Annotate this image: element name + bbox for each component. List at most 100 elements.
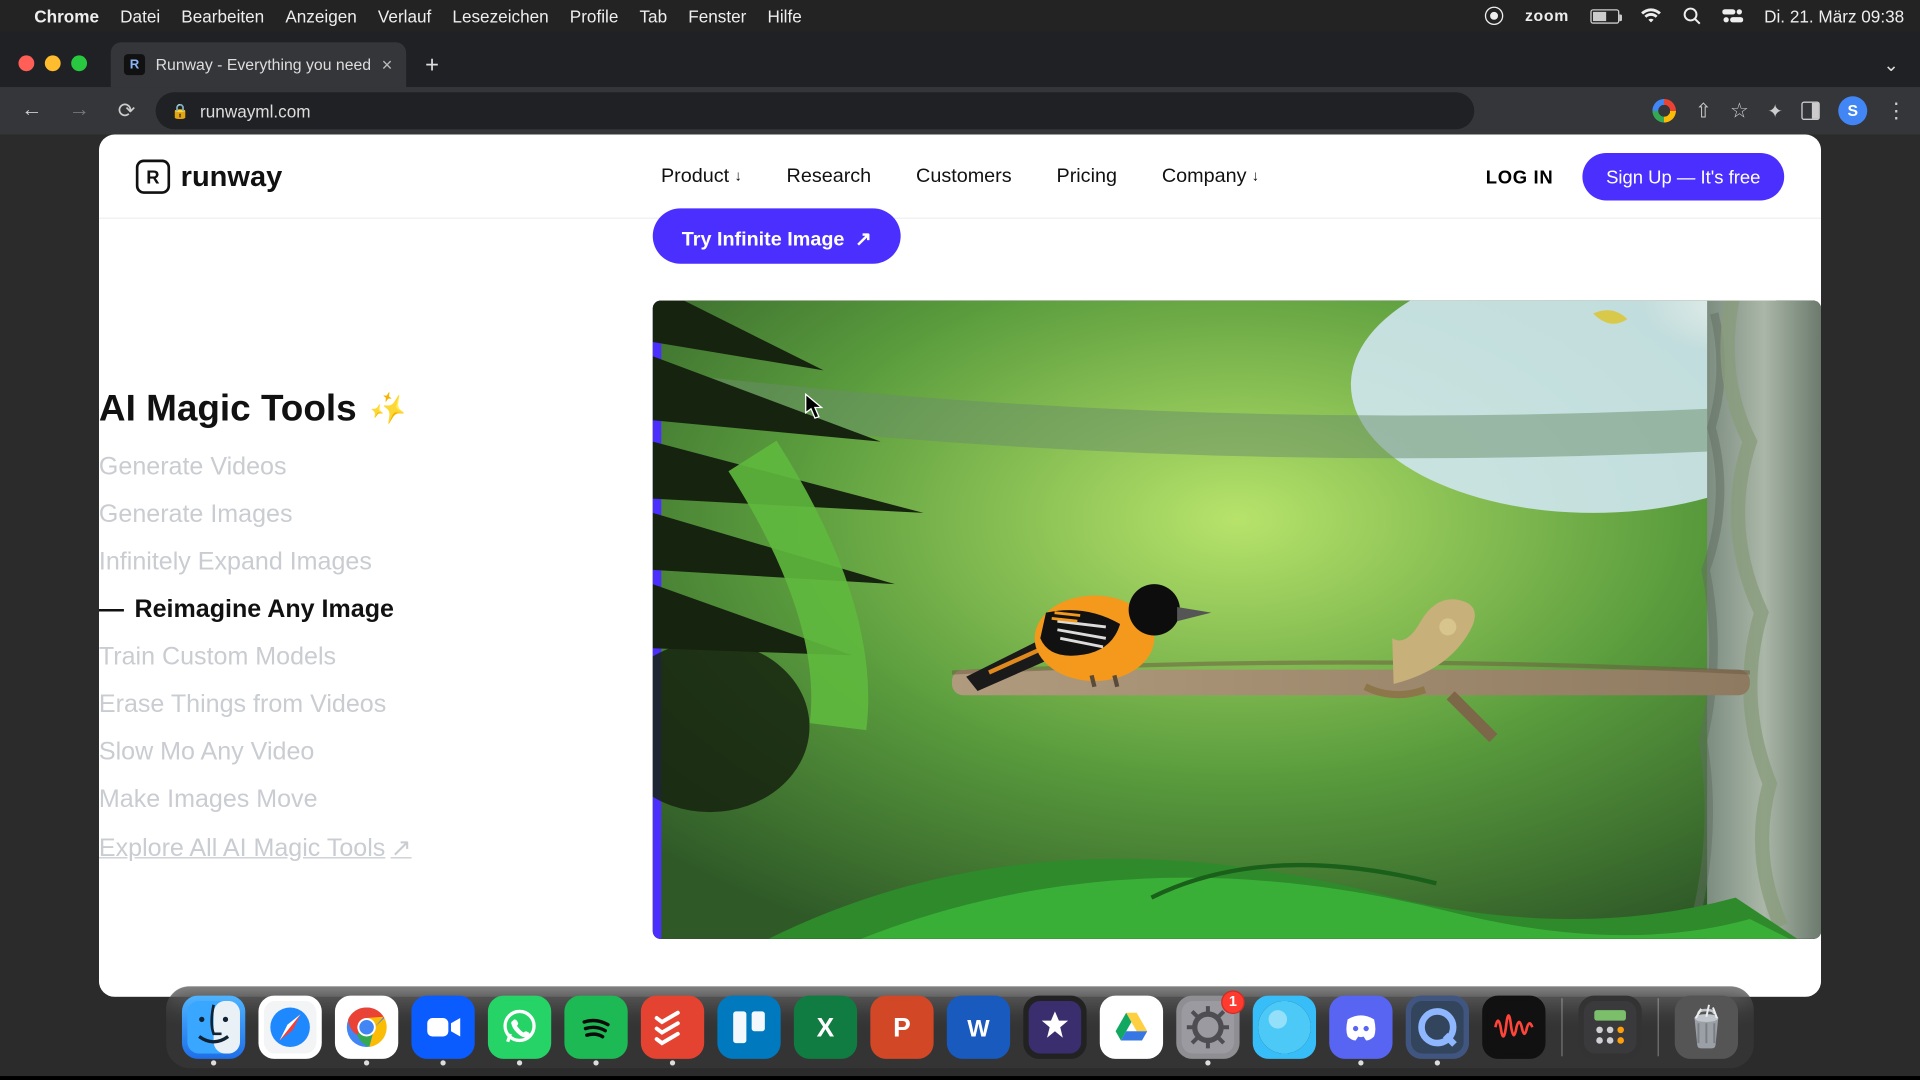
lock-icon: 🔒 [171, 102, 189, 119]
menu-verlauf[interactable]: Verlauf [378, 6, 431, 26]
feature-media [653, 301, 1821, 939]
window-minimize-button[interactable] [45, 55, 61, 71]
nav-pricing[interactable]: Pricing [1057, 165, 1117, 187]
menu-fenster[interactable]: Fenster [688, 6, 746, 26]
menu-profile[interactable]: Profile [570, 6, 619, 26]
svg-text:P: P [893, 1012, 911, 1042]
svg-text:X: X [817, 1012, 835, 1042]
external-arrow-icon: ↗ [855, 227, 872, 251]
menu-tab[interactable]: Tab [639, 6, 667, 26]
page-body: Try Infinite Image ↗ AI Magic Tools ✨ Ge… [99, 219, 1821, 997]
dock-app-powerpoint[interactable]: P [870, 996, 933, 1059]
menu-bearbeiten[interactable]: Bearbeiten [181, 6, 264, 26]
app-menu[interactable]: Chrome [34, 6, 99, 26]
tool-erase-from-videos[interactable]: Erase Things from Videos [99, 691, 412, 720]
window-zoom-button[interactable] [71, 55, 87, 71]
dock-app-word[interactable]: W [947, 996, 1010, 1059]
extensions-icon[interactable]: ✦ [1767, 100, 1782, 122]
dock-app-discord[interactable] [1329, 996, 1392, 1059]
try-infinite-image-button[interactable]: Try Infinite Image ↗ [653, 208, 901, 263]
menu-datei[interactable]: Datei [120, 6, 160, 26]
profile-avatar[interactable]: S [1838, 96, 1867, 125]
reload-button[interactable]: ⟳ [108, 98, 145, 124]
tool-reimagine-any-image[interactable]: Reimagine Any Image [99, 596, 412, 625]
dock-app-voice-memos[interactable] [1482, 996, 1545, 1059]
dock-app-quicktime[interactable] [1406, 996, 1469, 1059]
chrome-toolbar: ← → ⟳ 🔒 runwayml.com ⇧ ☆ ✦ S ⋮ [0, 87, 1920, 134]
magic-wand-icon: ✨ [365, 387, 411, 432]
url-text: runwayml.com [200, 101, 311, 121]
signup-button[interactable]: Sign Up — It's free [1582, 152, 1784, 199]
login-link[interactable]: LOG IN [1486, 165, 1554, 186]
menu-hilfe[interactable]: Hilfe [767, 6, 801, 26]
tool-infinitely-expand[interactable]: Infinitely Expand Images [99, 549, 412, 578]
svg-text:W: W [967, 1016, 990, 1042]
menubar-datetime[interactable]: Di. 21. März 09:38 [1764, 6, 1904, 26]
nav-customers[interactable]: Customers [916, 165, 1012, 187]
dock-app-todoist[interactable] [641, 996, 704, 1059]
spotlight-search-icon[interactable] [1682, 7, 1700, 25]
google-accounts-icon[interactable] [1653, 99, 1677, 123]
dock-app-trello[interactable] [717, 996, 780, 1059]
dock-app-safari[interactable] [258, 996, 321, 1059]
tool-generate-videos[interactable]: Generate Videos [99, 454, 412, 483]
tool-generate-images[interactable]: Generate Images [99, 501, 412, 530]
nav-company[interactable]: Company↓ [1162, 165, 1259, 187]
dock-app-google-drive[interactable] [1100, 996, 1163, 1059]
dock-divider [1561, 998, 1562, 1056]
chevron-down-icon: ↓ [1252, 168, 1259, 184]
chevron-down-icon: ↓ [734, 168, 741, 184]
back-button[interactable]: ← [13, 99, 50, 123]
site-header: R runway Product↓ Research Customers Pri… [99, 135, 1821, 219]
tool-list: Generate Videos Generate Images Infinite… [99, 454, 412, 864]
browser-tab[interactable]: R Runway - Everything you need × [111, 42, 406, 87]
dock-app-spotify[interactable] [564, 996, 627, 1059]
settings-badge: 1 [1221, 990, 1245, 1014]
dock-app-system-settings[interactable]: 1 [1176, 996, 1239, 1059]
share-icon[interactable]: ⇧ [1695, 99, 1712, 123]
tab-title: Runway - Everything you need [156, 55, 372, 73]
address-bar[interactable]: 🔒 runwayml.com [156, 92, 1475, 129]
tool-make-images-move[interactable]: Make Images Move [99, 786, 412, 815]
bookmark-star-icon[interactable]: ☆ [1730, 98, 1749, 124]
dock-app-calculator[interactable] [1578, 996, 1641, 1059]
side-panel-icon[interactable] [1801, 102, 1819, 120]
dock-app-finder[interactable] [182, 996, 245, 1059]
tab-close-button[interactable]: × [382, 54, 393, 75]
forward-button[interactable]: → [61, 99, 98, 123]
dock-trash[interactable] [1675, 996, 1738, 1059]
dock-app-generic-blue[interactable] [1253, 996, 1316, 1059]
try-button-label: Try Infinite Image [682, 227, 845, 249]
dock-app-zoom[interactable] [411, 996, 474, 1059]
dock-divider [1658, 998, 1659, 1056]
window-close-button[interactable] [18, 55, 34, 71]
section-title: AI Magic Tools ✨ [99, 388, 406, 430]
wifi-icon[interactable] [1640, 8, 1661, 24]
window-controls [13, 55, 111, 87]
zoom-menubar-label[interactable]: zoom [1525, 7, 1569, 25]
dock-app-imovie[interactable] [1023, 996, 1086, 1059]
macos-dock: X P W 1 [166, 986, 1754, 1068]
menu-lesezeichen[interactable]: Lesezeichen [452, 6, 548, 26]
dock-app-chrome[interactable] [335, 996, 398, 1059]
logo-text: runway [181, 159, 283, 193]
primary-nav: Product↓ Research Customers Pricing Comp… [661, 165, 1259, 187]
battery-icon[interactable] [1590, 9, 1619, 24]
control-center-icon[interactable] [1722, 8, 1743, 24]
tabs-overflow-button[interactable]: ⌄ [1883, 54, 1920, 87]
external-arrow-icon: ↗ [391, 833, 412, 863]
dock-app-excel[interactable]: X [794, 996, 857, 1059]
chrome-menu-button[interactable]: ⋮ [1886, 98, 1907, 124]
menu-anzeigen[interactable]: Anzeigen [285, 6, 356, 26]
nav-product[interactable]: Product↓ [661, 165, 742, 187]
tool-train-custom-models[interactable]: Train Custom Models [99, 644, 412, 673]
site-logo[interactable]: R runway [136, 159, 282, 193]
dock-app-whatsapp[interactable] [488, 996, 551, 1059]
tool-slow-mo[interactable]: Slow Mo Any Video [99, 738, 412, 767]
screen-record-icon[interactable] [1485, 7, 1503, 25]
chrome-tab-strip: R Runway - Everything you need × + ⌄ [0, 32, 1920, 87]
nav-research[interactable]: Research [787, 165, 872, 187]
explore-all-tools-link[interactable]: Explore All AI Magic Tools↗ [99, 833, 412, 863]
browser-viewport: R runway Product↓ Research Customers Pri… [99, 135, 1821, 997]
new-tab-button[interactable]: + [414, 46, 451, 83]
